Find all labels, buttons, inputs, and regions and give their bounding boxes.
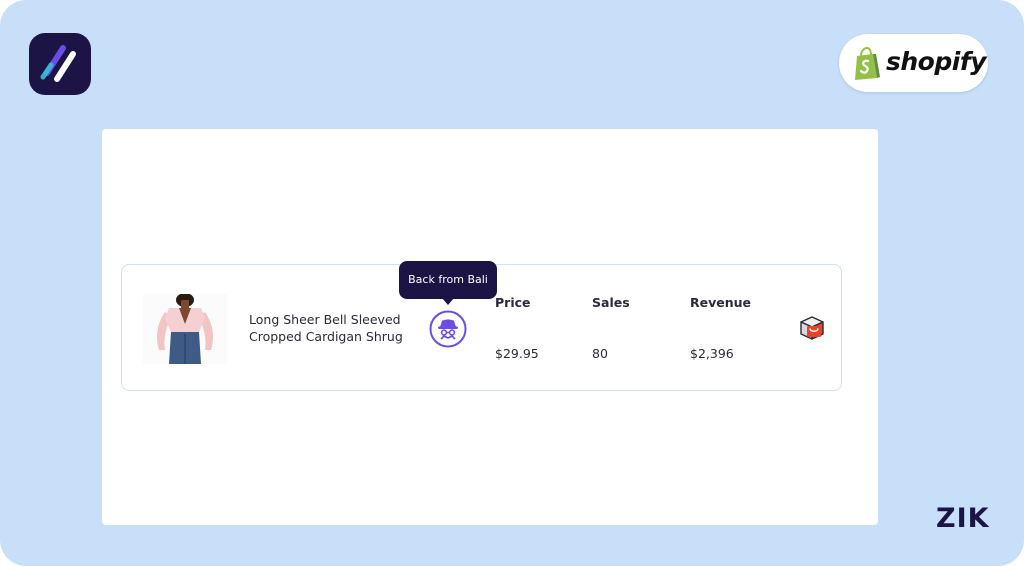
tooltip-back-from-bali: Back from Bali (399, 261, 497, 299)
product-thumbnail[interactable] (143, 293, 227, 364)
price-value: $29.95 (495, 346, 539, 361)
shopify-wordmark: shopify (886, 47, 987, 76)
price-header: Price (495, 295, 531, 310)
spy-icon[interactable] (429, 310, 467, 348)
zik-slash-logo-icon (40, 45, 76, 82)
sales-value: 80 (592, 346, 608, 361)
shopify-badge: shopify (839, 34, 988, 92)
aliexpress-box-icon[interactable] (799, 315, 825, 341)
shopify-bag-icon (855, 47, 880, 80)
product-title[interactable]: Long Sheer Bell Sleeved Cropped Cardigan… (249, 311, 419, 345)
revenue-header: Revenue (690, 295, 752, 310)
tooltip-arrow (442, 298, 454, 305)
revenue-value: $2,396 (690, 346, 734, 361)
zik-watermark: ZIK (936, 503, 990, 534)
sales-header: Sales (592, 295, 630, 310)
app-logo (29, 33, 91, 95)
